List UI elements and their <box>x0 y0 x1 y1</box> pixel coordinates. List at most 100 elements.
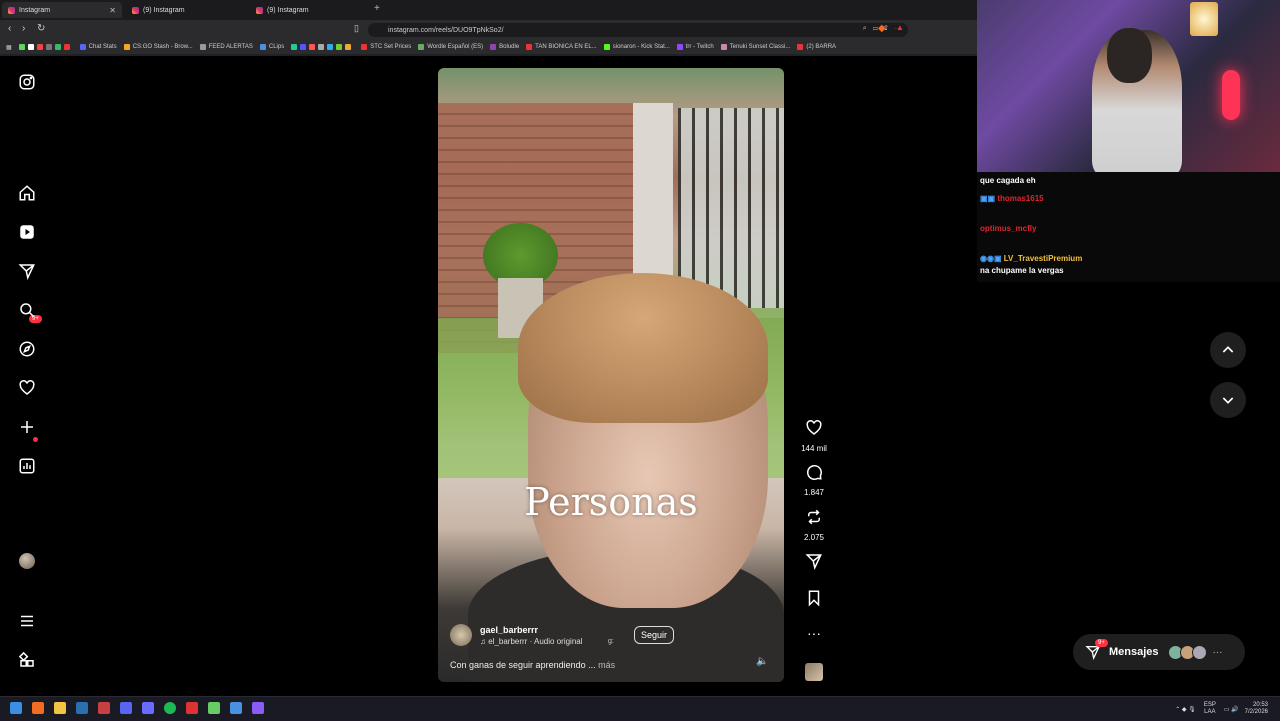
truncated-text: g: <box>608 638 614 645</box>
brave-rewards-icon[interactable]: ▲ <box>896 23 904 32</box>
url-text: instagram.com/reels/DUO9TpNkSo2/ <box>388 26 504 34</box>
chat-message: optimus_mcfly <box>980 224 1036 233</box>
also-from-meta-icon[interactable] <box>18 651 36 669</box>
discord-icon[interactable] <box>120 702 132 714</box>
bookmark-icons-row[interactable] <box>18 44 73 50</box>
speaker-icon[interactable]: 🔈 <box>756 656 768 667</box>
video-person <box>518 273 768 423</box>
messages-label: Mensajes <box>1109 646 1159 658</box>
bookmark-chat-stats[interactable]: Chat Stats <box>79 44 117 50</box>
author-avatar[interactable] <box>450 624 472 646</box>
bookmark-icons-row-2[interactable] <box>291 44 354 50</box>
bookmark-tan-bionica[interactable]: TAN BIONICA EN EL... <box>526 44 597 50</box>
bookmark-kick-stats[interactable]: sionaron - Kick Stat... <box>603 44 670 50</box>
save-button[interactable] <box>795 589 833 612</box>
app-icon[interactable] <box>252 702 264 714</box>
author-username[interactable]: gael_barberrr <box>480 625 583 635</box>
chat-text: que cagada eh <box>980 176 1036 185</box>
reel-author: gael_barberrr ♫ el_barberrr · Audio orig… <box>450 624 583 646</box>
direct-messages-icon[interactable] <box>18 262 36 280</box>
more-options-icon[interactable]: ··· <box>795 624 833 642</box>
network-volume-icons[interactable]: ▭ 🔊 <box>1224 706 1239 713</box>
lamp-graphic <box>1190 2 1218 36</box>
reel-video[interactable]: Personas gael_barberrr ♫ el_barberrr · A… <box>438 68 784 682</box>
follow-button[interactable]: Seguir <box>634 626 675 644</box>
messages-button[interactable]: 9+ Mensajes ··· <box>1073 634 1245 670</box>
reel-actions: 144 mil 1.847 2.075 ··· <box>795 0 833 720</box>
new-tab-icon[interactable]: + <box>374 3 380 14</box>
chat-message: ◉◉▣ LV_TravestiPremium <box>980 254 1082 263</box>
share-icon <box>805 554 822 571</box>
neon-light-graphic <box>1222 70 1240 120</box>
audio-thumbnail[interactable] <box>805 663 823 681</box>
comment-button[interactable]: 1.847 <box>795 463 833 497</box>
repost-button[interactable]: 2.075 <box>795 508 833 542</box>
reels-icon[interactable] <box>18 223 36 241</box>
steam-icon[interactable] <box>76 702 88 714</box>
chrome-icon[interactable] <box>98 702 110 714</box>
bookmark-wordle[interactable]: Wordle Español (ES) <box>418 44 483 50</box>
streamer-head <box>1107 28 1152 83</box>
back-icon[interactable]: ‹ <box>8 23 11 34</box>
profile-avatar[interactable] <box>19 553 35 569</box>
tray-icons[interactable]: ⌃ ◆ 🎙 <box>1175 706 1196 713</box>
bookmark-twitch[interactable]: trr - Twitch <box>676 44 714 50</box>
instagram-favicon-icon <box>132 6 139 14</box>
tab-instagram-1[interactable]: Instagram ✕ <box>2 2 122 18</box>
app-icon[interactable] <box>186 702 198 714</box>
close-tab-icon[interactable]: ✕ <box>109 6 116 15</box>
chat-text: na chupame la vergas <box>980 266 1064 275</box>
home-icon[interactable] <box>18 184 36 202</box>
repost-count: 2.075 <box>803 533 825 542</box>
notification-dot <box>33 437 38 442</box>
tab-instagram-3[interactable]: (9) Instagram <box>250 2 370 18</box>
tab-label: Instagram <box>19 6 51 14</box>
clock[interactable]: 20:53 7/2/2026 <box>1245 702 1268 716</box>
create-plus-icon[interactable] <box>18 418 36 436</box>
brave-taskbar-icon[interactable] <box>32 702 44 714</box>
bookmark-feed-alertas[interactable]: FEED ALERTAS <box>199 44 253 50</box>
chat-badge-icon: ◉◉▣ <box>980 254 1004 263</box>
forward-icon[interactable]: › <box>22 23 25 34</box>
heart-notifications-icon[interactable] <box>18 379 36 397</box>
next-reel-button[interactable] <box>1210 382 1246 418</box>
menu-hamburger-icon[interactable] <box>18 612 36 630</box>
like-count: 144 mil <box>801 444 827 453</box>
chat-badge-icon: ▣▣ <box>980 194 998 203</box>
bookmark-clips[interactable]: CLips <box>259 44 284 50</box>
bookmark-page-icon[interactable]: ▯ <box>354 23 359 34</box>
bookmark-csgo-stash[interactable]: CS:GO Stash - Brow... <box>123 44 193 50</box>
search-icon[interactable] <box>18 301 36 319</box>
reload-icon[interactable]: ↻ <box>37 23 45 34</box>
bookmark-tenuki[interactable]: Tenuki Sunset Classi... <box>720 44 790 50</box>
more-link[interactable]: más <box>598 660 615 670</box>
language-indicator[interactable]: ESP LAA <box>1204 702 1216 716</box>
windows-taskbar: ⌃ ◆ 🎙 ESP LAA ▭ 🔊 20:53 7/2/2026 <box>0 696 1280 721</box>
start-icon[interactable] <box>10 702 22 714</box>
app-icon[interactable] <box>208 702 220 714</box>
instagram-logo-icon[interactable] <box>18 73 36 91</box>
like-button[interactable]: 144 mil <box>795 419 833 453</box>
previous-reel-button[interactable] <box>1210 332 1246 368</box>
reel-description: Con ganas de seguir aprendiendo ... más <box>450 660 615 670</box>
app-icon[interactable] <box>142 702 154 714</box>
app-icon[interactable] <box>230 702 242 714</box>
bookmark-boludle[interactable]: Boludle <box>490 44 519 50</box>
message-avatars <box>1167 644 1207 660</box>
spotify-icon[interactable] <box>164 702 176 714</box>
bookmark-stc-set-prices[interactable]: STC Set Prices <box>361 44 411 50</box>
brave-shield-icon[interactable]: ◆ <box>878 23 886 34</box>
share-button[interactable] <box>795 552 833 575</box>
chat-message: que cagada eh <box>980 176 1036 185</box>
apps-icon[interactable]: ▦ <box>6 44 12 51</box>
dashboard-icon[interactable] <box>18 457 36 475</box>
explore-icon[interactable] <box>18 340 36 358</box>
audio-link[interactable]: ♫ el_barberrr · Audio original <box>480 637 583 646</box>
file-explorer-icon[interactable] <box>54 702 66 714</box>
tab-label: (9) Instagram <box>267 6 309 14</box>
chat-message: na chupame la vergas <box>980 266 1064 275</box>
tab-instagram-2[interactable]: (9) Instagram <box>126 2 246 18</box>
tab-label: (9) Instagram <box>143 6 185 14</box>
instagram-favicon-icon <box>8 6 15 14</box>
chat-username: LV_TravestiPremium <box>1003 254 1083 263</box>
